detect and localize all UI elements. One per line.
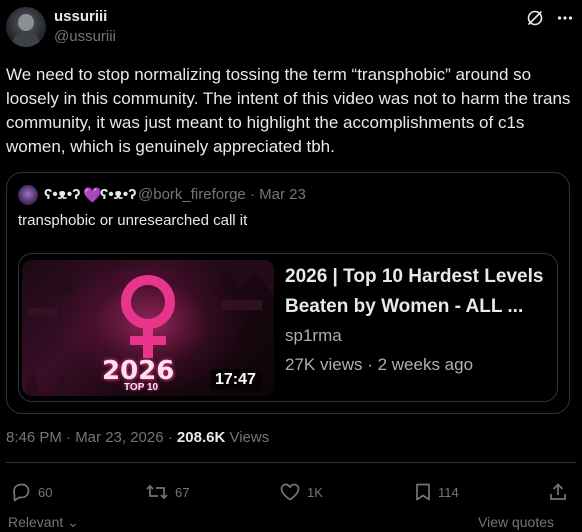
views-count: 208.6K bbox=[176, 429, 226, 446]
avatar-head bbox=[18, 14, 34, 31]
post-timestamp[interactable]: 8:46 PM · Mar 23, 2026 · 208.6K Views bbox=[6, 429, 269, 446]
sort-relevant-dropdown[interactable]: Relevant ⌄ bbox=[8, 514, 79, 531]
timestamp-date[interactable]: 8:46 PM · Mar 23, 2026 · bbox=[6, 429, 177, 446]
author-name[interactable]: ussuriii bbox=[54, 8, 107, 25]
bookmark-button[interactable]: 114 bbox=[414, 482, 459, 502]
quote-author-avatar[interactable] bbox=[18, 185, 38, 205]
quote-handle-date[interactable]: @bork_fireforge · Mar 23 bbox=[138, 186, 306, 203]
quote-author-name-right[interactable]: ʕ•ᴥ•ʔ bbox=[100, 186, 136, 203]
more-options-icon[interactable] bbox=[555, 8, 575, 28]
reply-icon bbox=[10, 482, 32, 502]
sort-label[interactable]: Relevant bbox=[8, 514, 63, 530]
share-button[interactable] bbox=[548, 482, 568, 502]
video-title[interactable]: 2026 | Top 10 Hardest Levels Beaten by W… bbox=[285, 262, 555, 322]
like-count: 1K bbox=[307, 484, 323, 500]
video-duration: 17:47 bbox=[210, 369, 261, 391]
repost-count: 67 bbox=[175, 484, 190, 500]
divider bbox=[6, 462, 576, 463]
repost-button[interactable]: 67 bbox=[145, 482, 189, 502]
video-meta: 27K views · 2 weeks ago bbox=[285, 355, 474, 374]
heart-icon bbox=[279, 482, 301, 502]
reply-count: 60 bbox=[38, 484, 53, 500]
quote-author-heart-emoji: 💜 bbox=[83, 187, 102, 204]
chevron-down-icon: ⌄ bbox=[63, 514, 79, 530]
repost-icon bbox=[145, 482, 169, 502]
avatar-body bbox=[12, 31, 40, 47]
grok-icon[interactable] bbox=[525, 8, 545, 28]
share-icon bbox=[548, 482, 568, 502]
author-handle[interactable]: @ussuriii bbox=[54, 28, 116, 45]
thumbnail-subtitle: TOP 10 bbox=[124, 382, 159, 393]
post-text: We need to stop normalizing tossing the … bbox=[6, 65, 571, 156]
view-quotes-link[interactable]: View quotes bbox=[478, 514, 554, 530]
quote-text: transphobic or unresearched call it bbox=[18, 212, 248, 229]
author-avatar[interactable] bbox=[6, 7, 46, 47]
bookmark-count: 114 bbox=[438, 484, 459, 500]
like-button[interactable]: 1K bbox=[279, 482, 323, 502]
bookmark-icon bbox=[414, 482, 432, 502]
reply-button[interactable]: 60 bbox=[10, 482, 52, 502]
quote-author-name-left[interactable]: ʕ•ᴥ•ʔ bbox=[44, 186, 80, 203]
views-label: Views bbox=[225, 429, 270, 446]
video-channel[interactable]: sp1rma bbox=[285, 326, 342, 346]
